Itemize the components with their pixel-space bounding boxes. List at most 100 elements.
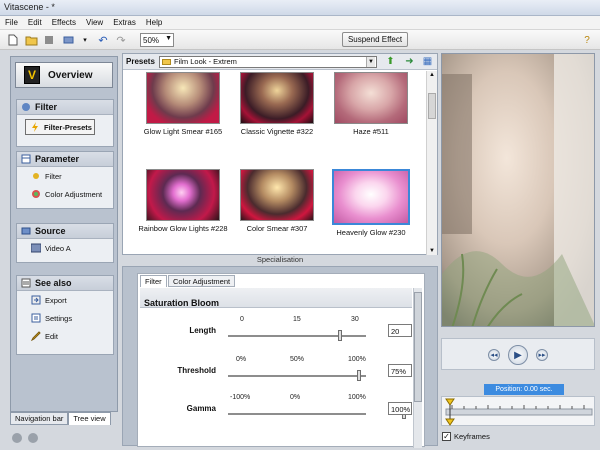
slider-ticks: [228, 343, 366, 345]
vitascene-logo-icon: V: [24, 66, 40, 84]
help-icon[interactable]: ?: [580, 33, 594, 47]
nav-item-video-a-label: Video A: [45, 243, 71, 253]
suspend-effect-button[interactable]: Suspend Effect: [342, 32, 408, 47]
presets-panel: Presets Film Look - Extrem ▼ ⬆ ➜ ▦ Glow …: [122, 53, 438, 255]
source-icon: [21, 226, 31, 236]
slider-track[interactable]: [228, 413, 366, 415]
presets-header: Presets Film Look - Extrem ▼ ⬆ ➜ ▦: [123, 54, 437, 70]
preset-thumbnail: [332, 169, 410, 225]
keyframes-checkbox[interactable]: ✓: [442, 432, 451, 441]
play-button[interactable]: ▶: [508, 345, 528, 365]
scroll-up-icon[interactable]: ▲: [429, 72, 435, 78]
preset-label: Rainbow Glow Lights #228: [138, 224, 228, 233]
navigation-tabs: Navigation bar Tree view: [10, 412, 111, 425]
nav-item-color-adjustment[interactable]: Color Adjustment: [17, 185, 113, 203]
preset-item[interactable]: Classic Vignette #322: [231, 72, 323, 137]
stop-icon[interactable]: [42, 33, 56, 47]
slider-track[interactable]: [228, 335, 366, 337]
folder-up-icon[interactable]: ⬆: [385, 56, 396, 67]
nav-item-filter-label: Filter: [45, 171, 62, 181]
slider-track[interactable]: [228, 375, 366, 377]
filter-presets-button[interactable]: Filter-Presets: [25, 119, 95, 135]
parameter-scrollbar[interactable]: [413, 288, 422, 448]
nav-item-settings[interactable]: Settings: [17, 309, 113, 327]
parameter-panel: Filter Color Adjustment Saturation Bloom…: [122, 266, 438, 448]
preset-item[interactable]: Glow Light Smear #165: [137, 72, 229, 137]
export-icon: [31, 295, 41, 305]
scroll-down-icon[interactable]: ▼: [429, 248, 435, 254]
tick-label: -100%: [230, 394, 251, 401]
parameter-row-gamma: Gamma -100% 0% 100% 100% ▲▼: [138, 392, 426, 424]
see-also-section-header: See also: [17, 276, 113, 291]
chevron-down-icon[interactable]: ▾: [78, 33, 92, 47]
overview-button[interactable]: V Overview: [15, 62, 113, 88]
slider-handle[interactable]: [338, 330, 342, 341]
keyframes-label: Keyframes: [454, 432, 490, 441]
tab-filter[interactable]: Filter: [140, 275, 167, 287]
window-title: Vitascene - *: [4, 2, 55, 12]
menu-extras[interactable]: Extras: [108, 16, 141, 29]
nav-item-export[interactable]: Export: [17, 291, 113, 309]
source-section-title: Source: [35, 226, 66, 236]
parameter-name: Length: [189, 326, 216, 335]
zoom-select[interactable]: 50% ▼: [140, 33, 174, 47]
preset-item[interactable]: Haze #511: [325, 72, 417, 137]
specialisation-label: Specialisation: [256, 255, 304, 264]
menu-help[interactable]: Help: [141, 16, 167, 29]
chevron-down-icon: ▼: [366, 57, 375, 67]
next-frame-button[interactable]: ▸▸: [536, 349, 548, 361]
menu-view[interactable]: View: [81, 16, 108, 29]
preset-folder-select[interactable]: Film Look - Extrem ▼: [159, 56, 377, 68]
tab-color-adjustment[interactable]: Color Adjustment: [168, 275, 236, 287]
slider-handle[interactable]: [357, 370, 361, 381]
video-preview[interactable]: [441, 53, 595, 327]
preset-item-selected[interactable]: Heavenly Glow #230: [317, 169, 425, 238]
render-icon[interactable]: [62, 33, 76, 47]
pencil-icon: [30, 331, 41, 342]
nav-item-settings-label: Settings: [45, 313, 73, 323]
parameter-value-input[interactable]: 20: [388, 324, 412, 337]
parameter-value-input[interactable]: 100%: [388, 402, 412, 415]
zoom-value: 50%: [143, 36, 160, 45]
see-also-icon: [21, 278, 31, 288]
preset-item[interactable]: Color Smear #307: [231, 169, 323, 234]
open-folder-icon[interactable]: [24, 33, 38, 47]
parameter-name: Threshold: [177, 366, 216, 375]
menu-edit[interactable]: Edit: [23, 16, 47, 29]
redo-icon[interactable]: ↷: [114, 33, 128, 47]
timeline[interactable]: [441, 396, 595, 426]
tab-tree-view[interactable]: Tree view: [68, 412, 111, 425]
toolbar: ▾ ↶ ↷ 50% ▼ Suspend Effect ?: [0, 30, 600, 50]
nav-item-edit[interactable]: Edit: [17, 327, 113, 345]
nav-item-filter[interactable]: Filter: [17, 167, 113, 185]
transport-controls: ◂◂ ▶ ▸▸: [441, 338, 595, 370]
preset-item[interactable]: Rainbow Glow Lights #228: [137, 169, 229, 234]
preset-thumbnail: [334, 72, 408, 124]
chevron-down-icon: ▼: [165, 35, 172, 42]
parameter-name: Gamma: [186, 404, 216, 413]
scrollbar-thumb[interactable]: [428, 93, 436, 119]
forward-arrow-icon[interactable]: ➜: [404, 56, 415, 67]
sparkle-icon: [31, 171, 41, 181]
presets-scrollbar[interactable]: ▲ ▼: [426, 71, 437, 255]
filter-icon: [21, 102, 31, 112]
scrollbar-thumb[interactable]: [414, 292, 422, 402]
parameter-section-title: Parameter: [35, 154, 80, 164]
keyframes-toggle[interactable]: ✓ Keyframes: [442, 430, 498, 443]
nav-item-video-a[interactable]: Video A: [17, 239, 113, 257]
menu-bar: File Edit Effects View Extras Help: [0, 16, 600, 30]
undo-icon[interactable]: ↶: [96, 33, 110, 47]
menu-file[interactable]: File: [0, 16, 23, 29]
preset-label: Haze #511: [353, 127, 389, 136]
tick-label: 0%: [236, 356, 247, 363]
menu-effects[interactable]: Effects: [47, 16, 81, 29]
previous-frame-button[interactable]: ◂◂: [488, 349, 500, 361]
new-file-icon[interactable]: [6, 33, 20, 47]
preset-thumbnail: [240, 72, 314, 124]
tab-navigation-bar[interactable]: Navigation bar: [10, 412, 69, 425]
grid-view-icon[interactable]: ▦: [422, 56, 433, 67]
title-bar: Vitascene - *: [0, 0, 600, 16]
tick-label: 15: [293, 316, 301, 323]
status-indicator-icon: [12, 433, 22, 443]
parameter-value-input[interactable]: 75%: [388, 364, 412, 377]
